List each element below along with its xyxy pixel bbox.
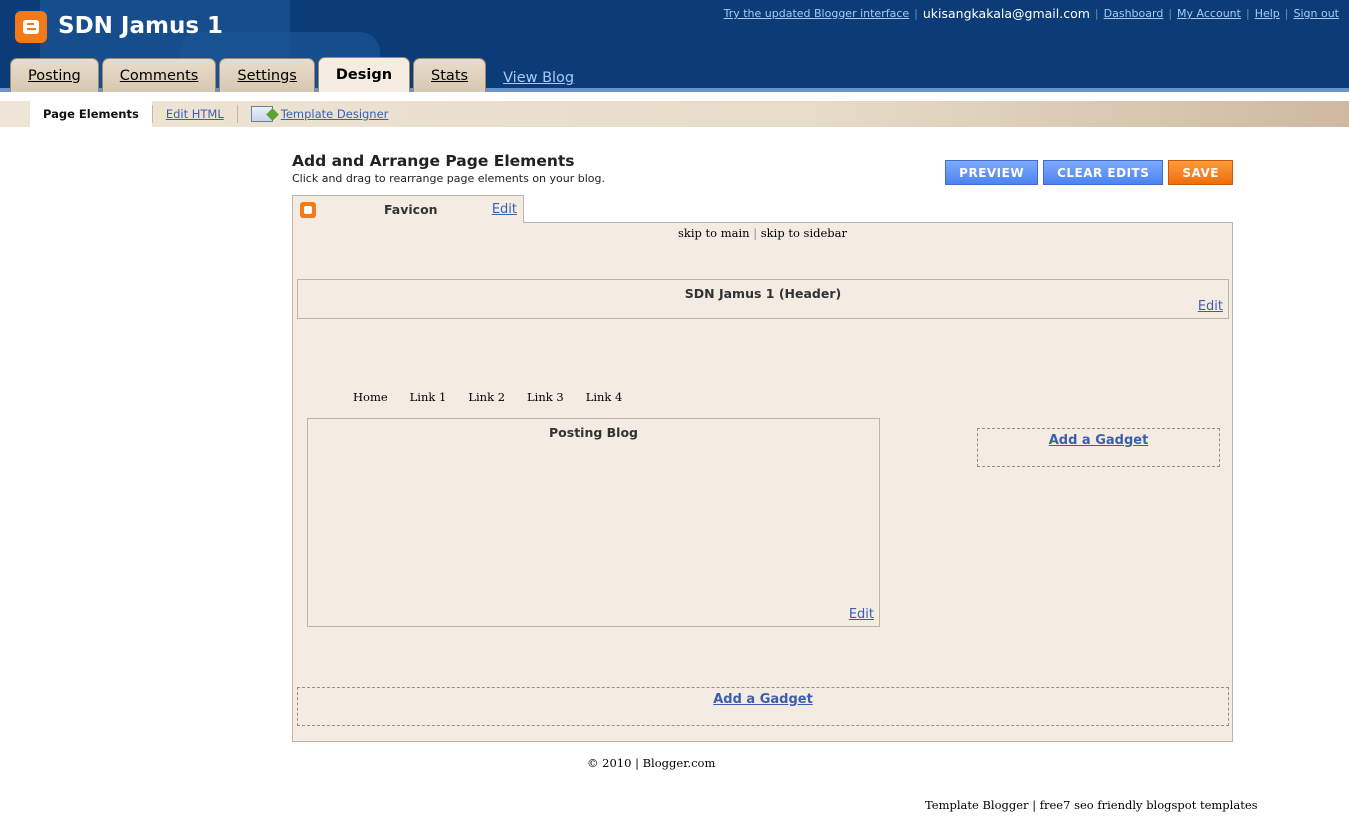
template-credit: Template Blogger | free7 seo friendly bl… xyxy=(925,798,1258,812)
preview-button[interactable]: PREVIEW xyxy=(945,160,1039,185)
separator: | xyxy=(1245,7,1250,20)
edit-html-link[interactable]: Edit HTML xyxy=(166,107,224,121)
add-gadget-link[interactable]: Add a Gadget xyxy=(1049,433,1149,448)
nav-link-1: Link 1 xyxy=(409,390,447,404)
clear-edits-button[interactable]: CLEAR EDITS xyxy=(1043,160,1164,185)
header-edit-link[interactable]: Edit xyxy=(1198,299,1223,314)
posting-widget-title: Posting Blog xyxy=(549,425,638,440)
tab-label: Stats xyxy=(431,67,469,84)
separator: | xyxy=(914,7,918,20)
action-buttons: PREVIEW CLEAR EDITS SAVE xyxy=(945,160,1233,185)
skip-to-sidebar: skip to sidebar xyxy=(760,226,848,240)
account-links: Try the updated Blogger interface | ukis… xyxy=(724,6,1339,21)
subnav-template-designer[interactable]: Template Designer xyxy=(236,105,402,123)
layout-canvas: skip to main | skip to sidebar SDN Jamus… xyxy=(292,222,1233,742)
skip-separator: | xyxy=(753,226,758,240)
separator: | xyxy=(1168,7,1173,20)
tab-comments[interactable]: Comments xyxy=(101,58,217,92)
sidebar-add-gadget: Add a Gadget xyxy=(977,428,1220,467)
view-blog-link[interactable]: View Blog xyxy=(503,70,574,86)
skip-to-main: skip to main xyxy=(677,226,750,240)
skip-links: skip to main | skip to sidebar xyxy=(293,226,1232,240)
save-button[interactable]: SAVE xyxy=(1168,160,1233,185)
blog-title: SDN Jamus 1 xyxy=(58,13,224,39)
tab-label: Posting xyxy=(28,67,81,84)
nav-link-2: Link 2 xyxy=(468,390,506,404)
try-updated-interface-link[interactable]: Try the updated Blogger interface xyxy=(724,7,910,20)
favicon-widget[interactable]: Favicon Edit xyxy=(292,195,524,223)
separator: | xyxy=(1094,7,1099,20)
subnav-page-elements[interactable]: Page Elements xyxy=(30,101,152,127)
tab-stats[interactable]: Stats xyxy=(413,58,487,92)
header-widget[interactable]: SDN Jamus 1 (Header) Edit xyxy=(297,279,1229,319)
design-subnav: Page Elements Edit HTML Template Designe… xyxy=(0,101,1349,127)
separator: | xyxy=(1284,7,1289,20)
tab-design[interactable]: Design xyxy=(317,57,411,92)
copyright: © 2010 | Blogger.com xyxy=(587,756,716,770)
tab-label: Settings xyxy=(237,67,297,84)
page-subtitle: Click and drag to rearrange page element… xyxy=(292,172,605,185)
tab-label: Design xyxy=(335,67,393,83)
favicon-edit-link[interactable]: Edit xyxy=(492,202,517,217)
nav-link-4: Link 4 xyxy=(585,390,623,404)
subnav-edit-html[interactable]: Edit HTML xyxy=(151,105,237,123)
nav-home: Home xyxy=(353,390,388,404)
help-link[interactable]: Help xyxy=(1255,7,1280,20)
tab-posting[interactable]: Posting xyxy=(10,58,99,92)
main-tabs: Posting Comments Settings Design Stats V… xyxy=(10,57,574,92)
favicon-label: Favicon xyxy=(384,202,438,217)
header-widget-title: SDN Jamus 1 (Header) xyxy=(684,286,842,301)
template-designer-link[interactable]: Template Designer xyxy=(281,107,389,121)
blogger-favicon-icon xyxy=(300,201,316,218)
add-gadget-link[interactable]: Add a Gadget xyxy=(713,692,813,707)
user-email: ukisangkakala@gmail.com xyxy=(922,6,1090,21)
template-designer-icon xyxy=(250,106,273,122)
nav-links: Home Link 1 Link 2 Link 3 Link 4 xyxy=(353,390,644,404)
tab-settings[interactable]: Settings xyxy=(219,58,315,92)
posting-edit-link[interactable]: Edit xyxy=(849,607,874,622)
dashboard-link[interactable]: Dashboard xyxy=(1104,7,1164,20)
blogger-header: SDN Jamus 1 Try the updated Blogger inte… xyxy=(0,0,1349,92)
nav-link-3: Link 3 xyxy=(527,390,564,404)
sign-out-link[interactable]: Sign out xyxy=(1293,7,1339,20)
page-title: Add and Arrange Page Elements xyxy=(292,152,575,170)
footer-add-gadget: Add a Gadget xyxy=(297,687,1229,726)
posting-blog-widget[interactable]: Posting Blog Edit xyxy=(307,418,880,627)
my-account-link[interactable]: My Account xyxy=(1177,7,1241,20)
tab-label: Comments xyxy=(119,67,199,84)
blogger-logo-icon[interactable] xyxy=(15,11,47,43)
